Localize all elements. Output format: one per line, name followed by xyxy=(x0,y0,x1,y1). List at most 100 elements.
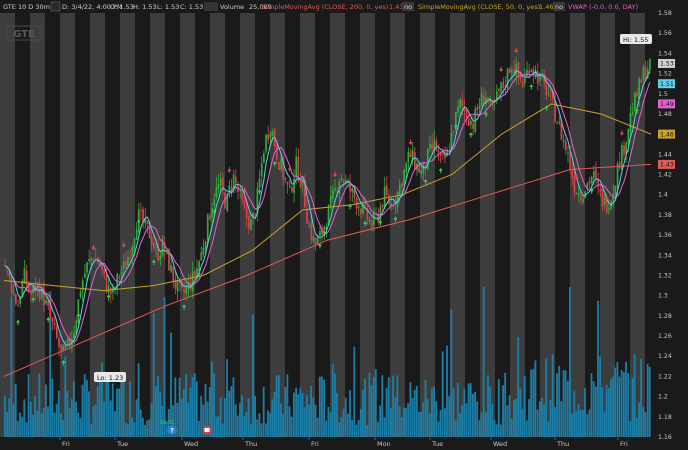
volume-bar xyxy=(556,373,558,437)
candle-body xyxy=(284,178,287,180)
candle-body xyxy=(202,247,205,255)
volume-bar xyxy=(569,287,571,437)
volume-bar xyxy=(256,419,259,437)
volume-bar xyxy=(435,401,438,437)
volume-bar xyxy=(392,375,394,437)
volume-bar xyxy=(64,356,67,437)
header-symbol[interactable]: GTE 10 D 30m xyxy=(3,3,50,11)
settings-icon[interactable] xyxy=(50,1,61,12)
volume-bar xyxy=(564,370,567,437)
candle-body xyxy=(558,122,561,123)
candle-body xyxy=(191,271,194,291)
volume-bar xyxy=(195,381,198,437)
volume-bar xyxy=(295,387,297,437)
volume-bar xyxy=(185,374,187,437)
candle-body xyxy=(19,299,21,304)
candle-body xyxy=(508,69,511,73)
vwap-label[interactable]: VWAP (-0.0, 0.0, DAY) xyxy=(568,3,638,11)
session-stripe xyxy=(570,13,585,437)
candle-body xyxy=(209,216,211,220)
volume-bar xyxy=(142,417,144,437)
y-tick-label: 1.34 xyxy=(658,252,672,259)
candle-body xyxy=(381,204,384,208)
volume-bar xyxy=(394,397,397,437)
candle-body xyxy=(573,175,576,193)
volume-bar xyxy=(472,394,474,437)
volume-bar xyxy=(476,401,479,437)
sma200-label[interactable]: SimpleMovingAvg (CLOSE, 200, 0, yes) xyxy=(262,3,388,11)
volume-bar xyxy=(114,411,116,437)
sma50-value: 1.46 xyxy=(539,3,553,11)
volume-bar xyxy=(538,401,541,437)
volume-bar xyxy=(314,404,317,437)
volume-bar xyxy=(215,416,218,437)
candle-body xyxy=(405,162,408,173)
volume-bar xyxy=(594,386,597,437)
candle-body xyxy=(131,247,134,256)
volume-bar xyxy=(536,409,539,437)
volume-bar xyxy=(558,365,561,437)
candle-body xyxy=(649,58,651,71)
volume-bar xyxy=(415,386,418,437)
candle-body xyxy=(564,141,567,151)
volume-bar xyxy=(573,391,576,437)
volume-toggle-icon[interactable] xyxy=(204,2,218,11)
volume-bar xyxy=(316,417,319,437)
candle-body xyxy=(51,317,54,323)
volume-bar xyxy=(271,399,274,437)
candle-body xyxy=(472,123,474,129)
axis-tag-label: 1.51 xyxy=(660,81,674,88)
volume-bar xyxy=(62,420,64,437)
candle-body xyxy=(211,208,213,218)
price-axis: 1.16 1.18 1.2 1.22 1.24 1.26 1.28 1.3 1.32 1.34 1.… xyxy=(655,10,688,450)
volume-bar xyxy=(163,297,166,437)
candle-body xyxy=(483,95,485,104)
candle-body xyxy=(245,205,248,218)
volume-bar xyxy=(648,366,651,437)
volume-bar xyxy=(381,375,384,437)
volume-bar xyxy=(245,411,248,437)
volume-bar xyxy=(75,401,77,437)
volume-bar xyxy=(387,377,390,437)
sma50-label[interactable]: SimpleMovingAvg (CLOSE, 50, 0, yes) xyxy=(418,3,540,11)
volume-bar xyxy=(23,399,26,437)
candle-body xyxy=(127,257,129,266)
volume-bar xyxy=(390,407,392,437)
volume-bar xyxy=(327,406,330,437)
candle-body xyxy=(107,285,110,293)
volume-bar xyxy=(336,392,338,437)
session-stripe xyxy=(450,13,465,437)
candle-body xyxy=(603,197,606,205)
volume-bar xyxy=(362,389,364,437)
volume-bar xyxy=(29,401,32,437)
candle-body xyxy=(265,135,267,152)
candle-body xyxy=(254,214,257,216)
volume-bar xyxy=(230,386,233,437)
volume-bar xyxy=(459,413,461,437)
volume-bar xyxy=(150,403,153,437)
session-stripe xyxy=(270,13,285,437)
volume-bar xyxy=(19,412,21,437)
y-tick-label: 1.22 xyxy=(658,373,672,380)
candle-body xyxy=(398,184,401,195)
volume-bar xyxy=(260,423,263,437)
candle-body xyxy=(340,178,343,180)
volume-bar xyxy=(631,377,634,437)
candle-body xyxy=(478,105,481,109)
candle-body xyxy=(476,107,479,111)
volume-bar xyxy=(198,421,200,437)
candle-body xyxy=(616,163,619,189)
volume-bar xyxy=(450,309,453,437)
volume-bar xyxy=(303,407,306,437)
session-stripe xyxy=(30,13,45,437)
volume-bar xyxy=(359,409,362,437)
x-tick-label: Tue xyxy=(116,440,128,448)
volume-bar xyxy=(331,363,334,437)
volume-bar xyxy=(83,374,86,437)
header-close: C: 1.53 xyxy=(180,3,203,11)
volume-bar xyxy=(90,423,93,437)
candle-body xyxy=(267,134,269,140)
session-stripe xyxy=(390,13,405,437)
y-tick-label: 1.28 xyxy=(658,313,672,320)
volume-bar xyxy=(454,420,457,437)
